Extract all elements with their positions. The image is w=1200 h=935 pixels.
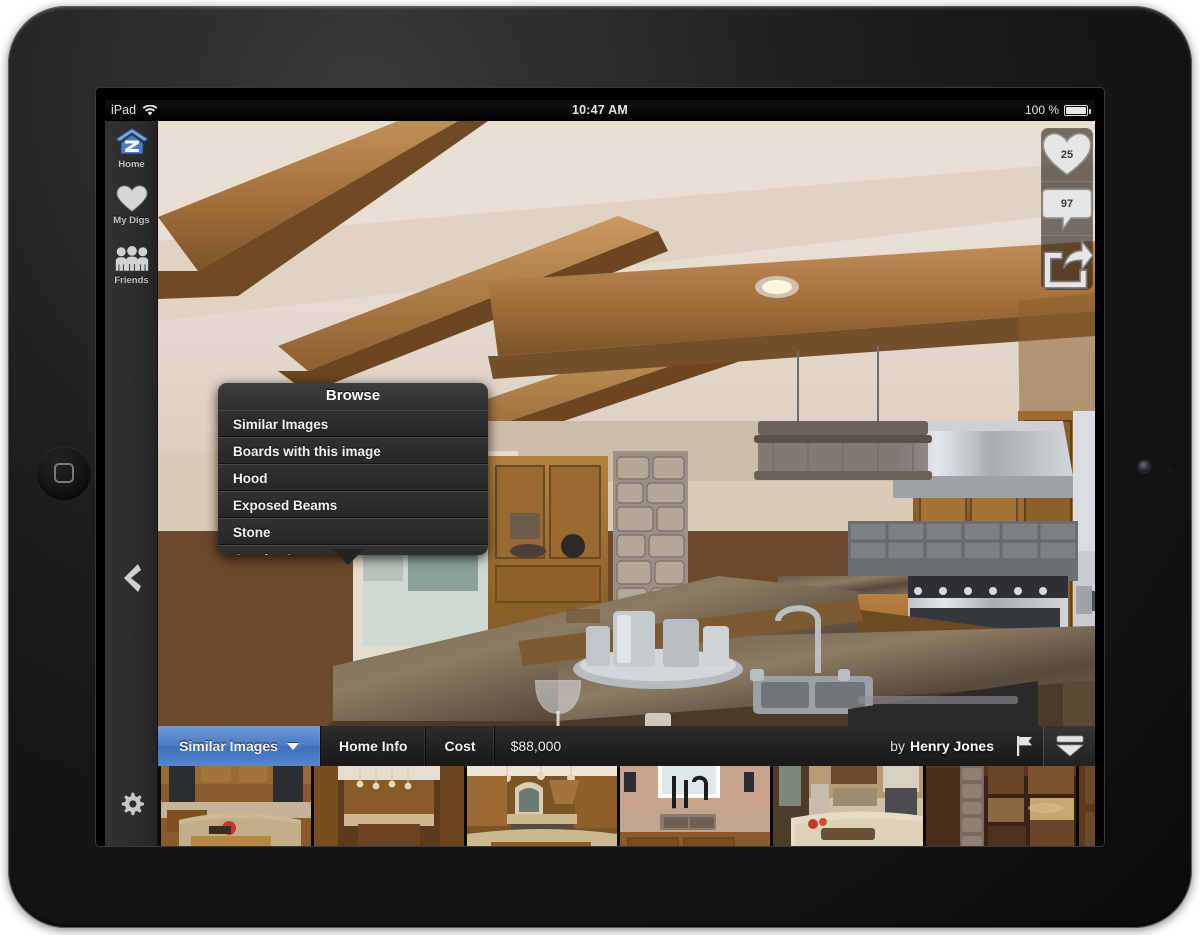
popover-list: Similar Images Boards with this image Ho… xyxy=(218,410,488,555)
ambient-light-sensor xyxy=(1168,467,1173,472)
home-button-square-icon xyxy=(54,463,74,483)
thumbnail-1[interactable] xyxy=(161,766,311,846)
chevron-left-icon xyxy=(123,564,141,592)
ios-status-bar: iPad 10:47 AM 100 % xyxy=(105,100,1095,121)
popover-item-hood[interactable]: Hood xyxy=(218,464,488,491)
status-bar-clock: 10:47 AM xyxy=(571,103,629,117)
ipad-screen: iPad 10:47 AM 100 % Home My Digs Friends… xyxy=(105,100,1095,846)
status-bar-right: 100 % xyxy=(1024,100,1091,121)
thumbnail-7-image xyxy=(1079,766,1095,846)
popover-item-exposed-beams[interactable]: Exposed Beams xyxy=(218,491,488,518)
thumbnail-1-image xyxy=(161,766,311,846)
thumbnail-4[interactable] xyxy=(620,766,770,846)
thumbnail-6-image xyxy=(926,766,1076,846)
share-button[interactable] xyxy=(1041,236,1093,290)
sidebar-item-my-digs-label: My Digs xyxy=(113,215,150,226)
thumbnail-2-image xyxy=(314,766,464,846)
thumbnail-3-image xyxy=(467,766,617,846)
sidebar-settings-button[interactable] xyxy=(105,791,158,817)
battery-full-icon xyxy=(1064,105,1091,116)
gear-icon xyxy=(121,792,144,816)
popover-item-boards[interactable]: Boards with this image xyxy=(218,437,488,464)
collapse-down-icon xyxy=(1055,735,1084,757)
sidebar-item-home[interactable]: Home xyxy=(105,127,158,170)
price-label: $88,000 xyxy=(510,738,562,754)
popover-title: Browse xyxy=(218,383,488,410)
author-credit[interactable]: by Henry Jones xyxy=(878,726,1006,766)
flag-icon xyxy=(1017,736,1032,756)
heart-icon xyxy=(116,185,147,212)
author-name: Henry Jones xyxy=(909,738,994,754)
thumbnail-2[interactable] xyxy=(314,766,464,846)
thumbnail-5-image xyxy=(773,766,923,846)
popover-item-stone[interactable]: Stone xyxy=(218,518,488,545)
report-flag-button[interactable] xyxy=(1006,726,1043,766)
sidebar-item-friends[interactable]: Friends xyxy=(105,245,158,286)
front-camera xyxy=(1139,461,1150,472)
sidebar-item-friends-label: Friends xyxy=(114,275,149,286)
share-arrow-icon xyxy=(1043,237,1093,289)
sidebar-item-home-label: Home xyxy=(118,159,145,170)
thumbnail-7[interactable] xyxy=(1079,766,1095,846)
thumbnail-5[interactable] xyxy=(773,766,923,846)
battery-percent-label: 100 % xyxy=(1024,103,1059,117)
tab-home-info[interactable]: Home Info xyxy=(321,726,427,766)
tab-cost-label: Cost xyxy=(444,738,476,754)
home-button[interactable] xyxy=(37,446,91,500)
sidebar-collapse-button[interactable] xyxy=(105,561,158,595)
collapse-panel-button[interactable] xyxy=(1043,726,1095,766)
thumbnail-4-image xyxy=(620,766,770,846)
browse-popover: Browse Similar Images Boards with this i… xyxy=(218,383,488,555)
bottom-toolbar: Similar Images Home Info Cost $88,000 by… xyxy=(158,726,1095,766)
thumbnail-6[interactable] xyxy=(926,766,1076,846)
ipad-device-frame: iPad 10:47 AM 100 % Home My Digs Friends… xyxy=(8,6,1192,928)
left-sidebar: Home My Digs Friends xyxy=(105,121,158,846)
chevron-down-icon xyxy=(286,742,299,750)
tab-similar-images[interactable]: Similar Images xyxy=(158,726,321,766)
tab-cost[interactable]: Cost xyxy=(426,726,495,766)
photo-action-rail: 25 97 xyxy=(1041,128,1093,290)
friends-group-icon xyxy=(115,246,148,271)
sidebar-item-my-digs[interactable]: My Digs xyxy=(105,185,158,226)
similar-images-filmstrip[interactable] xyxy=(158,766,1095,846)
thumbnail-3[interactable] xyxy=(467,766,617,846)
tab-similar-images-label: Similar Images xyxy=(179,738,278,754)
main-photo[interactable]: 25 97 Browse Similar Images Boards with … xyxy=(158,121,1095,726)
author-prefix: by xyxy=(890,738,905,754)
tab-home-info-label: Home Info xyxy=(339,738,408,754)
popover-arrow xyxy=(332,549,364,565)
popover-item-similar-images[interactable]: Similar Images xyxy=(218,410,488,437)
zillow-home-logo-icon xyxy=(115,128,148,154)
